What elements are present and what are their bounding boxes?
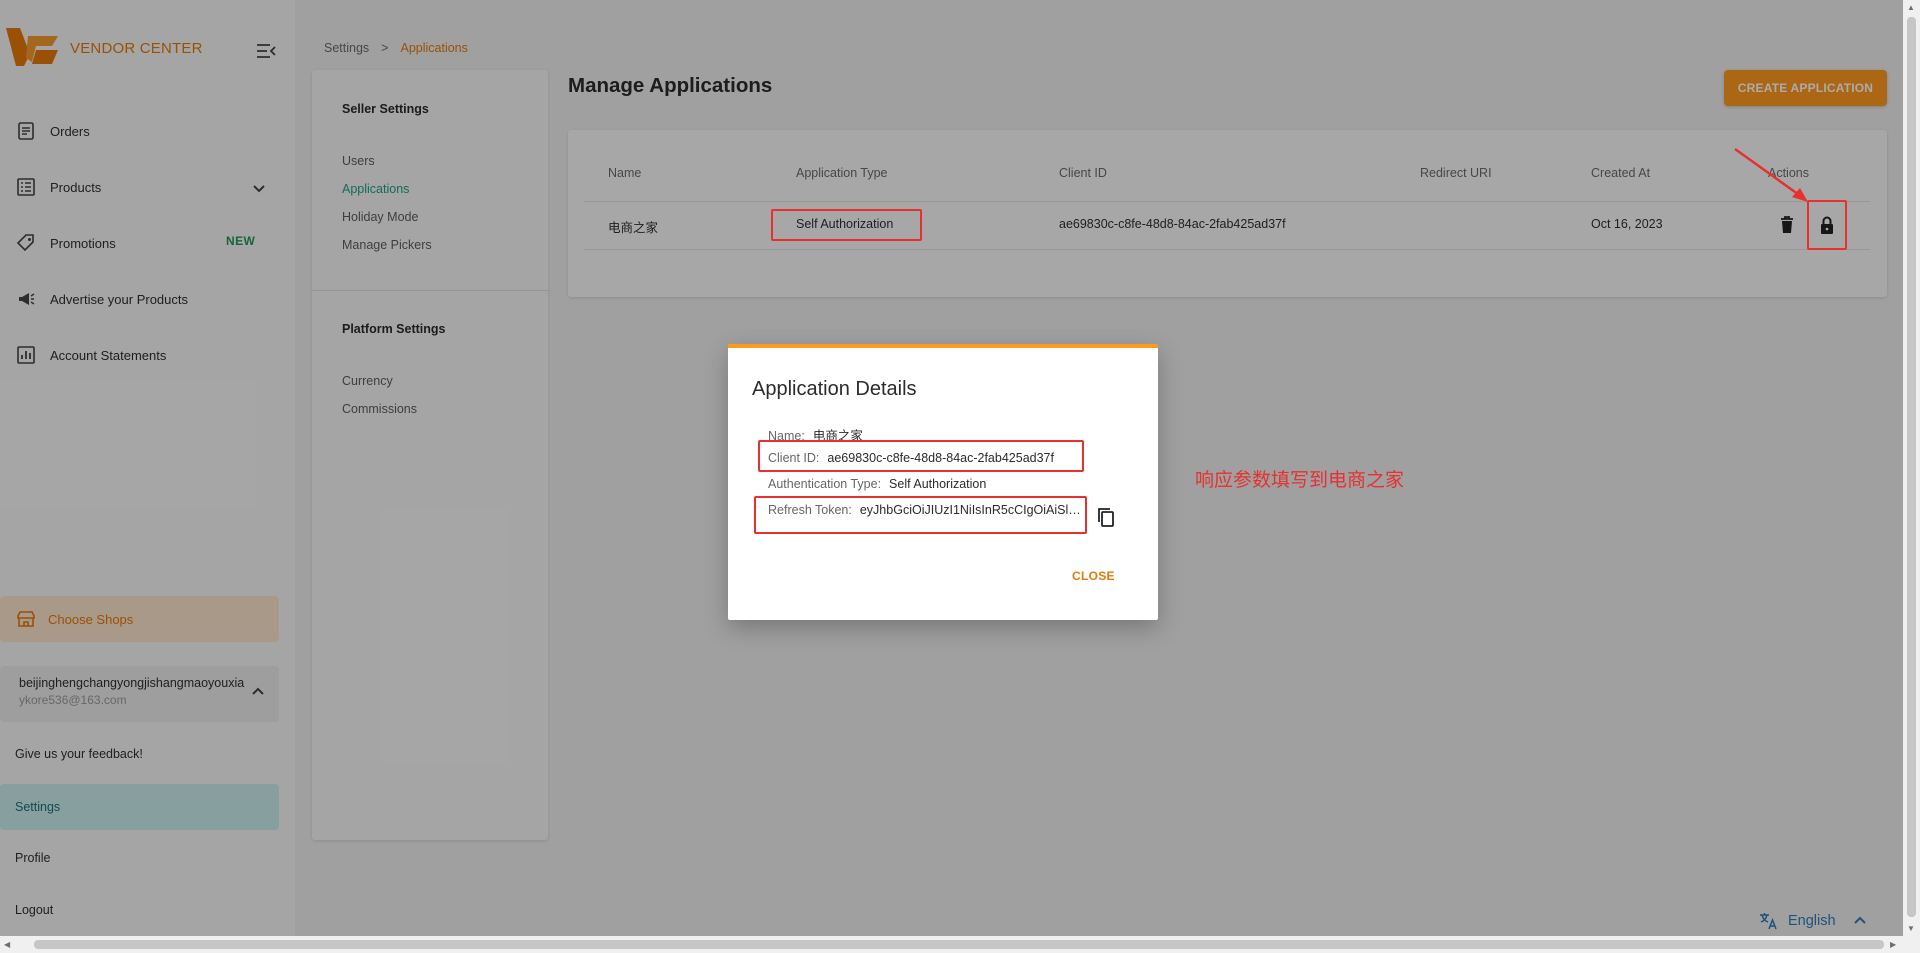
vertical-scrollbar[interactable]: ▲ ▼: [1903, 0, 1920, 936]
scroll-left-icon[interactable]: ◀: [4, 940, 10, 949]
copy-icon[interactable]: [1093, 504, 1119, 530]
annotation-arrow-icon: [1734, 147, 1808, 202]
application-details-dialog: Application Details Name: 电商之家 Client ID:…: [728, 344, 1158, 620]
scrollbar-thumb[interactable]: [1907, 17, 1916, 917]
scroll-right-icon[interactable]: ▶: [1890, 940, 1896, 949]
annotation-text: 响应参数填写到电商之家: [1195, 469, 1405, 491]
annotation-box-refresh-token: [754, 496, 1087, 534]
scroll-up-icon[interactable]: ▲: [1907, 3, 1915, 12]
scrollbar-thumb[interactable]: [34, 940, 1884, 949]
annotation-box-lock: [1807, 200, 1847, 250]
auth-type-field: Authentication Type: Self Authorization: [768, 477, 986, 491]
auth-type-label: Authentication Type:: [768, 477, 882, 491]
horizontal-scrollbar[interactable]: ◀ ▶: [0, 936, 1920, 953]
close-button[interactable]: CLOSE: [1072, 569, 1115, 583]
annotation-box-client-id: [758, 440, 1084, 472]
annotation-box-application-type: [771, 209, 922, 241]
auth-type-value: Self Authorization: [889, 477, 987, 491]
scroll-down-icon[interactable]: ▼: [1907, 924, 1915, 933]
dialog-title: Application Details: [752, 378, 917, 400]
